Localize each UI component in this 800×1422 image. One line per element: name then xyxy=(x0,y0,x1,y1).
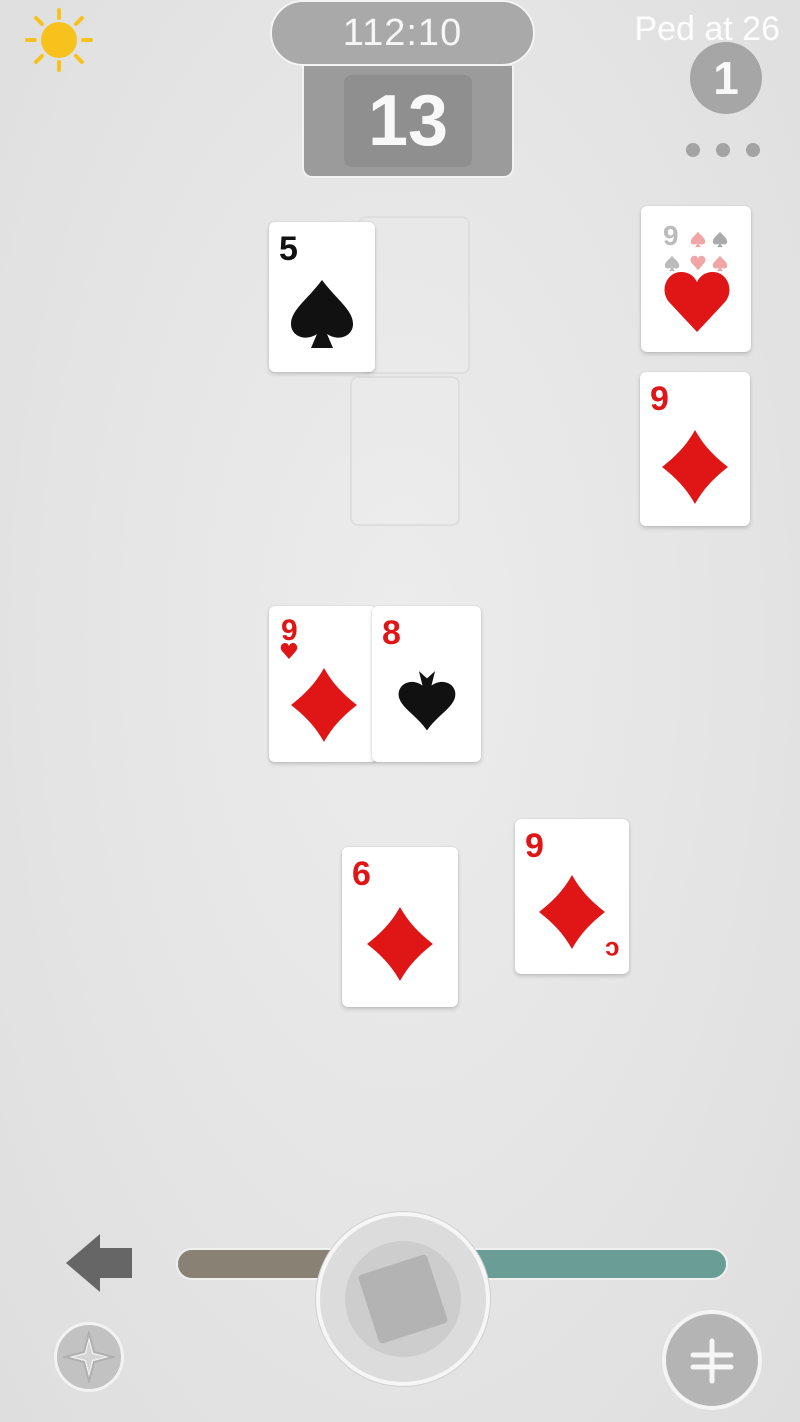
card-rank: 6 xyxy=(352,855,371,893)
card-rank: 5 xyxy=(279,230,298,268)
add-button[interactable] xyxy=(662,1310,762,1410)
empty-card-slot[interactable] xyxy=(350,376,460,526)
playing-card[interactable]: 9 xyxy=(640,372,750,526)
rotate-square-icon xyxy=(357,1253,449,1345)
timer-text: 112:10 xyxy=(342,11,463,54)
spade-icon xyxy=(291,280,353,348)
slider-knob[interactable] xyxy=(316,1212,490,1386)
timer-display: 112:10 xyxy=(270,0,535,66)
diamond-icon xyxy=(539,875,605,949)
playing-card[interactable]: 9 c xyxy=(515,819,629,974)
playing-card[interactable]: 9 xyxy=(269,606,377,762)
back-arrow-icon[interactable] xyxy=(64,1232,134,1294)
heart-icon xyxy=(664,272,730,332)
diamond-icon xyxy=(291,668,357,742)
dot xyxy=(746,143,760,157)
dot xyxy=(716,143,730,157)
card-rank: 9 xyxy=(650,380,669,418)
knob-inner xyxy=(345,1241,461,1357)
score-panel: 13 xyxy=(302,66,514,178)
spade-icon xyxy=(712,231,728,248)
card-bottom-rank: c xyxy=(604,936,619,966)
heart-icon xyxy=(280,643,298,659)
spade-icon xyxy=(398,671,456,731)
sun-icon[interactable] xyxy=(24,8,94,72)
score-value: 13 xyxy=(367,81,449,161)
compass-star-icon xyxy=(63,1331,115,1383)
card-rank: 8 xyxy=(382,614,401,652)
add-icon xyxy=(690,1338,734,1384)
diamond-icon xyxy=(367,907,433,981)
diamond-icon xyxy=(662,430,728,504)
card-rank: 9 xyxy=(525,827,544,865)
spade-icon xyxy=(690,231,706,248)
hint-button[interactable] xyxy=(54,1322,124,1392)
card-rank: 9 xyxy=(663,220,679,251)
score-inner: 13 xyxy=(344,75,472,167)
dot xyxy=(686,143,700,157)
target-label: Ped at 26 xyxy=(634,10,780,48)
playing-card[interactable]: 5 xyxy=(269,222,375,372)
playing-card[interactable]: 6 xyxy=(342,847,458,1007)
playing-card[interactable]: 9 xyxy=(641,206,751,352)
level-badge[interactable]: 1 xyxy=(690,42,762,114)
more-dots-icon[interactable] xyxy=(686,140,760,160)
playing-card[interactable]: 8 xyxy=(372,606,481,762)
